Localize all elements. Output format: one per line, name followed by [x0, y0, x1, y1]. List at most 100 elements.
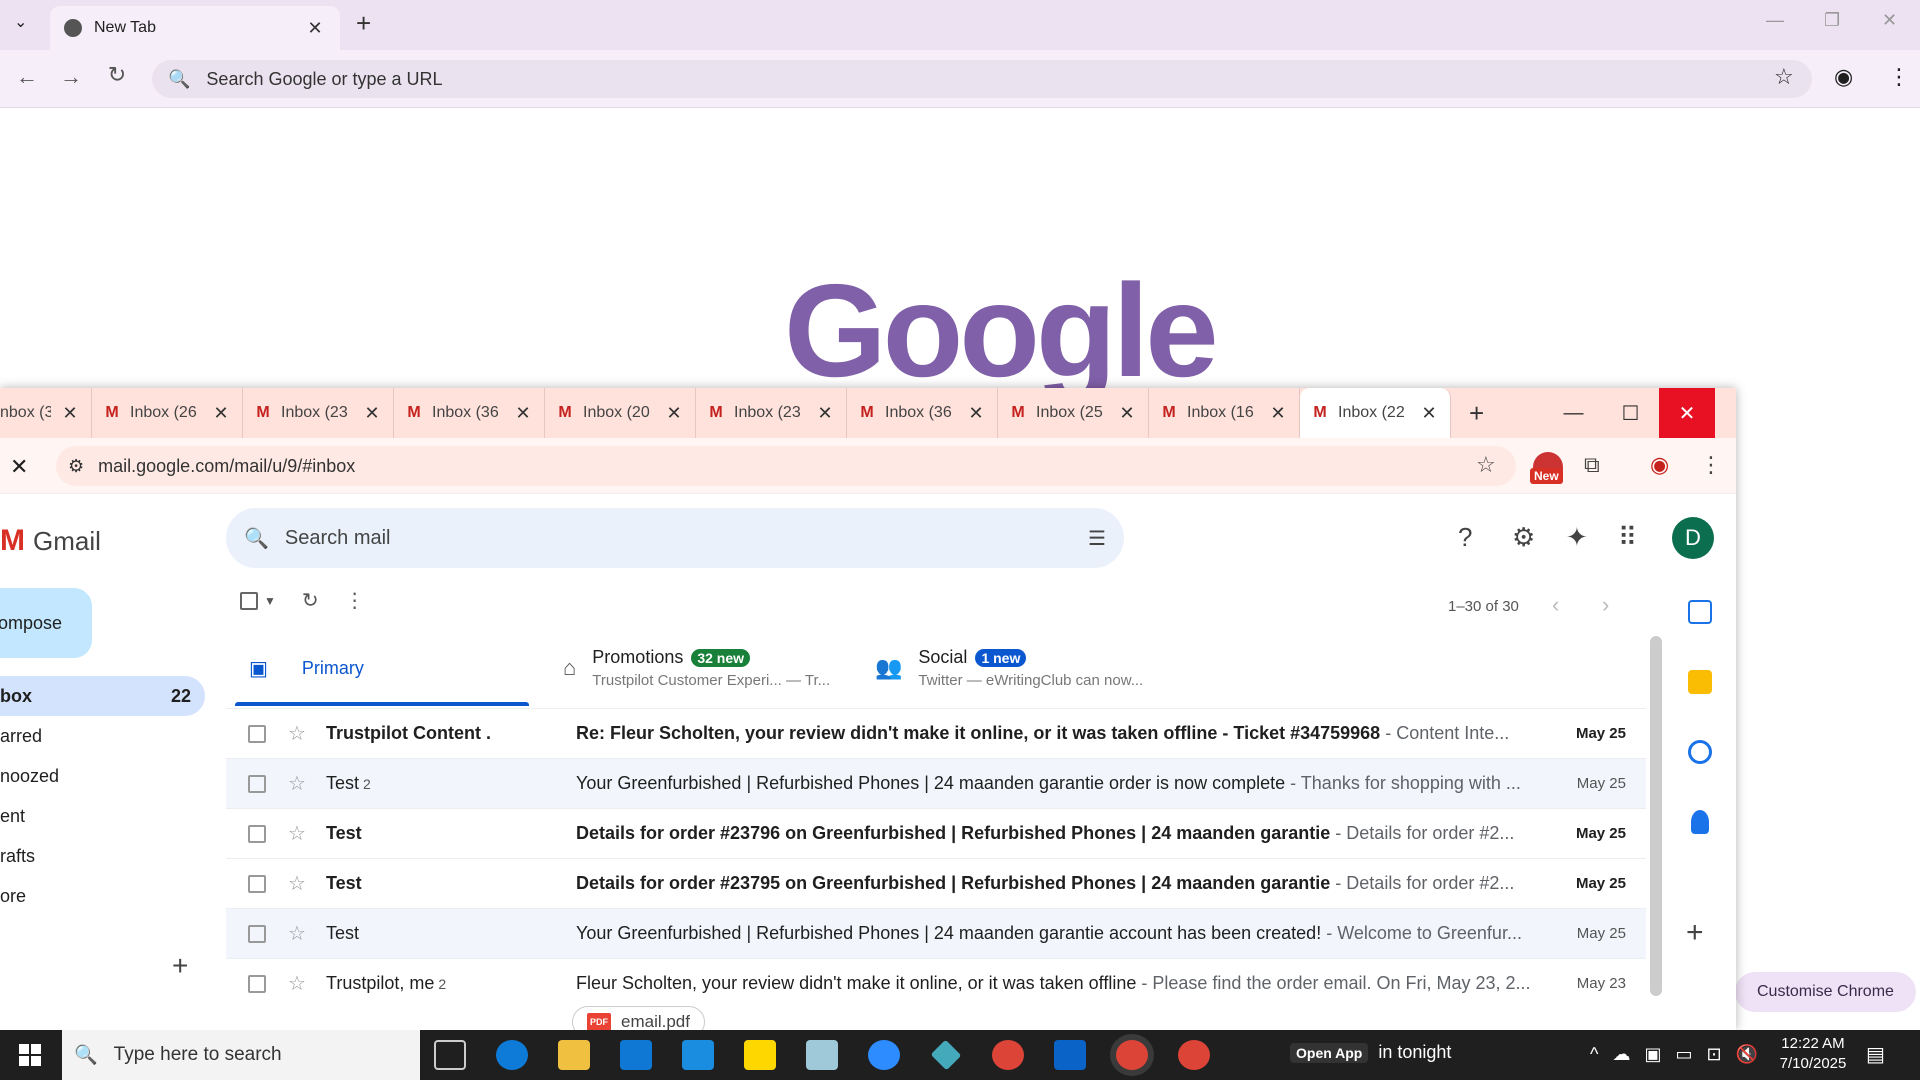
close-tab-icon[interactable]: ✕ — [59, 403, 81, 424]
row-checkbox[interactable] — [248, 974, 270, 993]
browser-tab[interactable]: M Inbox (23 ✕ — [243, 388, 394, 438]
minimize-button[interactable]: — — [1545, 388, 1602, 438]
star-icon[interactable]: ☆ — [288, 721, 312, 746]
row-checkbox[interactable] — [248, 724, 270, 743]
customise-chrome-button[interactable]: Customise Chrome — [1735, 972, 1916, 1012]
close-tab-icon[interactable]: ✕ — [814, 403, 836, 424]
close-tab-icon[interactable]: ✕ — [1267, 403, 1289, 424]
browser-tab[interactable]: M Inbox (20 ✕ — [545, 388, 696, 438]
get-add-ons-button[interactable]: + — [1686, 916, 1704, 950]
email-row[interactable]: ☆ Test Your Greenfurbished | Refurbished… — [226, 908, 1646, 958]
tab-promotions[interactable]: ⌂ Promotions 32 new Trustpilot Customer E… — [563, 640, 830, 696]
email-row[interactable]: ☆ Test Details for order #23795 on Green… — [226, 858, 1646, 908]
browser-tab[interactable]: M Inbox (36 ✕ — [847, 388, 998, 438]
gmail-logo[interactable]: M Gmail — [0, 524, 101, 558]
row-checkbox[interactable] — [248, 874, 270, 893]
mail-icon[interactable] — [682, 1040, 714, 1070]
browser-tab[interactable]: M Inbox (16 ✕ — [1149, 388, 1300, 438]
star-icon[interactable]: ☆ — [288, 771, 312, 796]
gemini-sparkle-icon[interactable]: ✦ — [1566, 522, 1588, 553]
keep-icon[interactable] — [1688, 670, 1712, 694]
scrollbar[interactable] — [1650, 636, 1662, 996]
restore-button[interactable]: ❐ — [1824, 10, 1840, 31]
extension-new-icon[interactable]: New — [1530, 448, 1568, 486]
taskbar-search[interactable]: 🔍 Type here to search — [62, 1030, 420, 1080]
row-checkbox[interactable] — [248, 824, 270, 843]
profile-icon[interactable]: ◉ — [1834, 64, 1853, 90]
close-tab-icon[interactable]: ✕ — [361, 403, 383, 424]
row-checkbox[interactable] — [248, 924, 270, 943]
extensions-puzzle-icon[interactable]: ⧉ — [1584, 452, 1600, 478]
search-mail-box[interactable]: 🔍 Search mail ☰ — [226, 508, 1124, 568]
tab-social[interactable]: 👥 Social 1 new Twitter — eWritingClub can… — [875, 640, 1143, 696]
task-view-icon[interactable] — [434, 1040, 466, 1070]
file-explorer-icon[interactable] — [558, 1040, 590, 1070]
meet-icon[interactable]: ▣ — [1644, 1044, 1661, 1065]
gear-icon[interactable]: ⚙ — [1512, 522, 1535, 553]
contacts-icon[interactable] — [1691, 810, 1709, 834]
notepad-icon[interactable] — [806, 1040, 838, 1070]
filter-options-icon[interactable]: ☰ — [1088, 526, 1106, 551]
edge-icon[interactable] — [496, 1040, 528, 1070]
background-omnibox[interactable]: 🔍 Search Google or type a URL — [152, 60, 1812, 98]
browser-tab-active[interactable]: M Inbox (22 ✕ — [1300, 388, 1451, 438]
maximize-button[interactable]: ☐ — [1602, 388, 1659, 438]
chevron-up-icon[interactable]: ^ — [1590, 1044, 1598, 1065]
weather-widget[interactable]: Open App in tonight — [1290, 1042, 1451, 1063]
sidebar-item-sent[interactable]: ent — [0, 796, 205, 836]
next-page-icon[interactable]: › — [1602, 592, 1609, 618]
attachment-chip[interactable]: PDF email.pdf — [572, 1006, 705, 1030]
menu-dots-icon[interactable]: ⋮ — [1888, 64, 1910, 90]
help-icon[interactable]: ? — [1458, 522, 1472, 553]
sticky-notes-icon[interactable] — [744, 1040, 776, 1070]
browser-tab[interactable]: M Inbox (25 ✕ — [998, 388, 1149, 438]
bookmark-star-icon[interactable]: ☆ — [1774, 64, 1794, 90]
browser-tab[interactable]: nbox (33 ✕ — [0, 388, 92, 438]
sidebar-item-drafts[interactable]: rafts — [0, 836, 205, 876]
refresh-icon[interactable]: ↻ — [302, 588, 319, 613]
sidebar-item-starred[interactable]: arred — [0, 716, 205, 756]
avatar[interactable]: D — [1672, 517, 1714, 559]
store-icon[interactable] — [620, 1040, 652, 1070]
sidebar-item-more[interactable]: ore — [0, 876, 205, 916]
tab-search-chevron-icon[interactable]: ⌄ — [14, 12, 27, 32]
close-window-button[interactable]: ✕ — [1659, 388, 1715, 438]
sidebar-item-snoozed[interactable]: noozed — [0, 756, 205, 796]
apps-grid-icon[interactable]: ⠿ — [1618, 522, 1637, 553]
email-row[interactable]: ☆ Test 2 Your Greenfurbished | Refurbishe… — [226, 758, 1646, 808]
row-checkbox[interactable] — [248, 774, 270, 793]
start-button[interactable] — [0, 1030, 60, 1080]
email-row[interactable]: ☆ Trustpilot, me 2 Fleur Scholten, your r… — [226, 958, 1646, 1008]
close-tab-icon[interactable]: ✕ — [965, 403, 987, 424]
chrome-profile-icon[interactable] — [1178, 1040, 1210, 1070]
network-icon[interactable]: ⊡ — [1706, 1044, 1721, 1065]
select-all-checkbox[interactable]: ▼ — [240, 591, 276, 610]
outlook-icon[interactable] — [1054, 1040, 1086, 1070]
address-bar[interactable]: ⚙ mail.google.com/mail/u/9/#inbox — [56, 446, 1516, 486]
more-options-icon[interactable]: ⋮ — [345, 588, 365, 613]
onedrive-cloud-icon[interactable]: ☁ — [1612, 1044, 1630, 1065]
tasks-icon[interactable] — [1688, 740, 1712, 764]
browser-tab[interactable]: M Inbox (26 ✕ — [92, 388, 243, 438]
close-tab-icon[interactable]: ✕ — [512, 403, 534, 424]
new-tab-button[interactable]: + — [356, 10, 371, 36]
close-tab-icon[interactable]: ✕ — [210, 403, 232, 424]
clock[interactable]: 12:22 AM 7/10/2025 — [1768, 1034, 1858, 1074]
back-arrow-icon[interactable]: ← — [12, 64, 42, 90]
tab-primary[interactable]: ▣ Primary — [249, 640, 364, 696]
new-tab-button[interactable]: + — [1469, 400, 1484, 426]
stop-loading-icon[interactable]: ✕ — [10, 454, 28, 480]
calendar-icon[interactable] — [1688, 600, 1712, 624]
close-window-button[interactable]: ✕ — [1882, 10, 1897, 31]
close-tab-icon[interactable]: ✕ — [1418, 403, 1440, 424]
compose-button[interactable]: ompose — [0, 588, 92, 658]
battery-icon[interactable]: ▭ — [1675, 1044, 1692, 1065]
close-tab-icon[interactable]: ✕ — [663, 403, 685, 424]
chrome-icon-active[interactable] — [1116, 1040, 1148, 1070]
menu-dots-icon[interactable]: ⋮ — [1700, 452, 1722, 478]
forward-arrow-icon[interactable]: → — [56, 64, 86, 90]
volume-muted-icon[interactable]: 🔇 — [1736, 1044, 1758, 1065]
sidebar-item-inbox[interactable]: box 22 — [0, 676, 205, 716]
notifications-icon[interactable]: ▤ — [1866, 1042, 1885, 1067]
browser-tab[interactable]: M Inbox (23 ✕ — [696, 388, 847, 438]
